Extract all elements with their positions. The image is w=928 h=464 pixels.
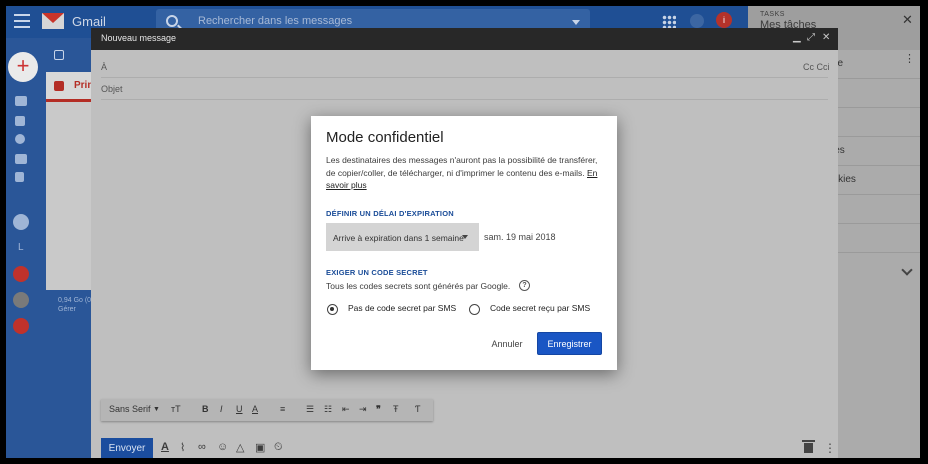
quota-text: 0,94 Go (0 [58, 297, 92, 304]
indent-more-icon[interactable]: ⇥ [359, 404, 367, 415]
snoozed-icon[interactable] [15, 134, 25, 144]
indent-less-icon[interactable]: ⇤ [342, 404, 350, 415]
passcode-description: Tous les codes secrets sont générés par … [326, 281, 511, 291]
send-button[interactable]: Envoyer [101, 438, 153, 458]
compose-title: Nouveau message [101, 33, 177, 43]
starred-icon[interactable] [15, 116, 25, 126]
help-icon[interactable]: ? [519, 280, 530, 291]
close-icon[interactable]: ✕ [902, 12, 913, 28]
close-icon[interactable]: ✕ [822, 32, 830, 43]
passcode-heading: EXIGER UN CODE SECRET [326, 268, 428, 277]
subject-field[interactable]: Objet [101, 84, 123, 94]
inbox-icon[interactable] [15, 96, 27, 106]
cancel-button[interactable]: Annuler [484, 333, 530, 355]
expiry-heading: DÉFINIR UN DÉLAI D'EXPIRATION [326, 209, 454, 218]
remove-formatting-icon[interactable]: Ƭ [415, 404, 421, 414]
gmail-logo[interactable] [42, 13, 64, 29]
storage-quota: 0,94 Go (0 Gérer [58, 296, 91, 314]
tab-primary[interactable]: Prin [46, 72, 96, 102]
bold-icon[interactable]: B [202, 404, 209, 414]
tab-active-indicator [46, 99, 96, 102]
hangouts-avatar[interactable] [13, 292, 29, 308]
align-icon[interactable]: ≡ [280, 404, 285, 414]
strikethrough-icon[interactable]: Ŧ [393, 404, 399, 414]
bulleted-list-icon[interactable]: ☷ [324, 404, 332, 415]
trash-icon[interactable] [802, 440, 815, 453]
confidential-mode-icon[interactable]: ⏲ [274, 441, 283, 454]
inbox-tab-icon [54, 81, 64, 91]
font-size-icon[interactable]: тT [171, 404, 181, 414]
description-text: Les destinataires des messages n'auront … [326, 155, 598, 178]
quote-icon[interactable]: ❞ [376, 404, 381, 415]
save-button[interactable]: Enregistrer [537, 332, 602, 355]
to-label: À [101, 62, 108, 72]
screen: Gmail Rechercher dans les messages i + L… [6, 6, 920, 458]
radio-sms-label[interactable]: Code secret reçu par SMS [490, 303, 590, 313]
dropdown-caret-icon [462, 235, 468, 239]
more-vert-icon[interactable]: ⋮ [824, 441, 836, 455]
formatting-toolbar: Sans Serif ▼ тT B I U A ≡ ☰ ☷ ⇤ ⇥ ❞ Ŧ Ƭ [101, 399, 433, 421]
fullscreen-icon[interactable]: ⤢ [807, 32, 815, 43]
notifications-icon[interactable] [690, 14, 704, 28]
search-options-icon[interactable] [572, 20, 580, 25]
photo-icon[interactable]: ▣ [255, 441, 265, 454]
search-icon[interactable] [166, 15, 178, 27]
inbox-pane: Prin [46, 72, 96, 290]
account-avatar[interactable]: i [716, 12, 732, 28]
drafts-icon[interactable] [15, 172, 24, 182]
font-selector[interactable]: Sans Serif [109, 404, 151, 414]
to-field[interactable] [101, 77, 828, 78]
manage-link[interactable]: Gérer [58, 305, 91, 314]
underline-icon[interactable]: U [236, 404, 243, 414]
italic-icon[interactable]: I [220, 404, 223, 414]
compose-header: Nouveau message ▁ ⤢ ✕ [91, 28, 838, 50]
compose-button[interactable]: + [8, 52, 38, 82]
divider [101, 99, 828, 100]
tasks-kicker: TASKS [760, 11, 785, 18]
confidential-mode-dialog: Mode confidentiel Les destinataires des … [311, 116, 617, 370]
expiry-date: sam. 19 mai 2018 [484, 232, 556, 242]
dialog-title: Mode confidentiel [326, 129, 444, 146]
drive-icon[interactable]: △ [236, 441, 244, 454]
hangouts-avatar[interactable] [13, 266, 29, 282]
search-placeholder: Rechercher dans les messages [198, 15, 353, 27]
sent-icon[interactable] [15, 154, 27, 164]
select-all-checkbox[interactable] [54, 50, 64, 60]
chevron-down-icon: ▼ [153, 406, 160, 413]
chevron-down-icon[interactable] [901, 264, 913, 276]
apps-grid-icon[interactable] [662, 15, 676, 29]
cc-bcc-link[interactable]: Cc Cci [803, 62, 830, 72]
radio-no-sms-label[interactable]: Pas de code secret par SMS [348, 303, 456, 313]
label-letter: L [18, 242, 24, 253]
expiry-dropdown[interactable]: Arrive à expiration dans 1 semaine [326, 223, 479, 251]
formatting-options-icon[interactable]: A [161, 441, 169, 453]
expiry-value: Arrive à expiration dans 1 semaine [333, 233, 464, 243]
hangouts-avatar[interactable] [13, 318, 29, 334]
dialog-description: Les destinataires des messages n'auront … [326, 154, 606, 192]
main-menu-icon[interactable] [14, 14, 30, 28]
radio-no-sms[interactable] [327, 304, 338, 315]
radio-sms[interactable] [469, 304, 480, 315]
numbered-list-icon[interactable]: ☰ [306, 404, 314, 415]
contact-avatar[interactable] [13, 214, 29, 230]
app-name: Gmail [72, 14, 106, 29]
emoji-icon[interactable]: ☺ [217, 441, 228, 453]
link-icon[interactable]: ∞ [198, 441, 206, 453]
minimize-icon[interactable]: ▁ [793, 32, 801, 43]
attach-icon[interactable]: ⌇ [180, 441, 185, 454]
text-color-icon[interactable]: A [252, 404, 258, 414]
